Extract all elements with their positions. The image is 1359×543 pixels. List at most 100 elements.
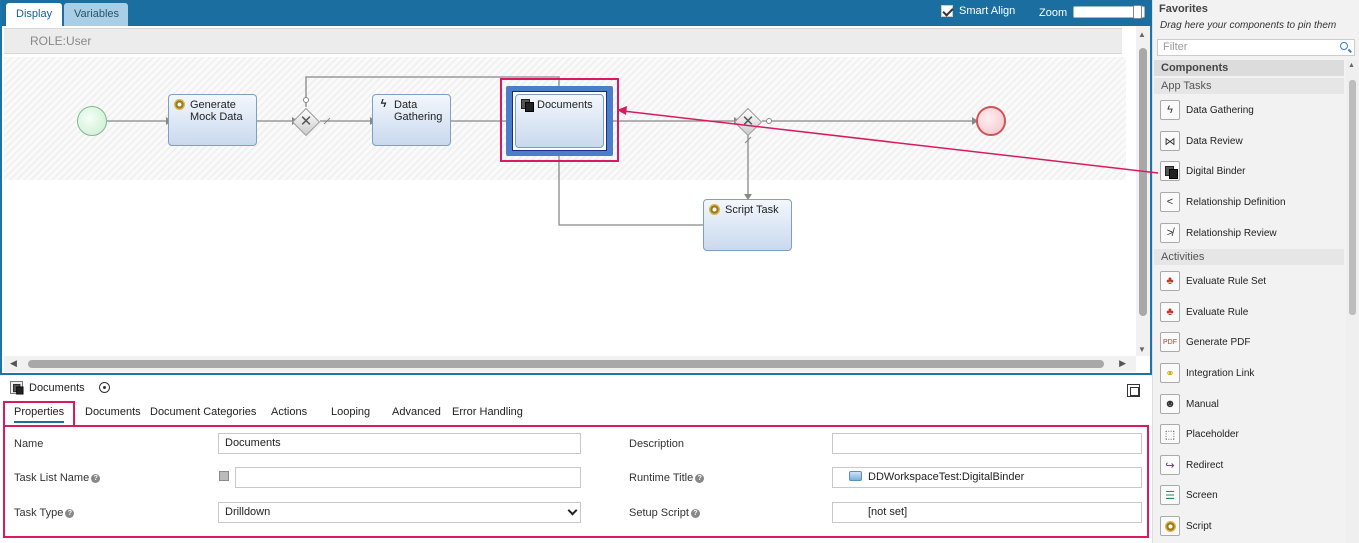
scroll-up-icon[interactable]: ▲ <box>1348 62 1355 69</box>
scroll-down-icon[interactable]: ▼ <box>1138 345 1146 354</box>
task-type-label-text: Task Type <box>14 507 64 519</box>
component-palette: Favorites Drag here your components to p… <box>1152 0 1359 543</box>
group-app-tasks[interactable]: App Tasks <box>1154 78 1344 94</box>
gear-icon <box>709 204 720 215</box>
smart-align-toggle[interactable]: Smart Align <box>941 5 1015 17</box>
tab-variables[interactable]: Variables <box>64 3 128 26</box>
task-list-name-label: Task List Name? <box>14 472 101 484</box>
expression-icon <box>849 471 862 481</box>
node-script-task[interactable]: Script Task <box>703 199 792 251</box>
tab-properties[interactable]: Properties <box>14 406 65 423</box>
tab-document-categories[interactable]: Document Categories <box>150 406 256 418</box>
locate-icon[interactable] <box>98 382 110 393</box>
favorites-title: Favorites <box>1159 3 1208 15</box>
help-icon[interactable]: ? <box>65 509 75 518</box>
bolt-icon: ϟ <box>380 98 387 110</box>
task-type-value: Drilldown <box>225 506 271 518</box>
palette-item-manual[interactable]: ☻ Manual <box>1160 393 1219 415</box>
tab-display[interactable]: Display <box>6 3 63 26</box>
zoom-slider-thumb[interactable] <box>1133 5 1142 19</box>
runtime-title-field[interactable]: DDWorkspaceTest:DigitalBinder <box>832 467 1142 488</box>
group-activities[interactable]: Activities <box>1154 249 1344 265</box>
task-type-label: Task Type? <box>14 507 75 519</box>
tab-error-handling[interactable]: Error Handling <box>452 406 523 418</box>
palette-item-digital-binder[interactable]: Digital Binder <box>1160 160 1245 182</box>
search-icon[interactable] <box>1340 42 1348 50</box>
task-type-select[interactable]: Drilldown <box>218 502 581 523</box>
properties-title: Documents <box>29 381 85 394</box>
palette-item-generate-pdf[interactable]: PDF Generate PDF <box>1160 331 1250 353</box>
node-label: Script Task <box>725 204 779 216</box>
palette-item-label: Data Review <box>1186 135 1243 147</box>
setup-script-label: Setup Script? <box>629 507 700 519</box>
zoom-slider[interactable] <box>1073 5 1145 19</box>
properties-header: Documents <box>10 381 110 395</box>
smart-align-label: Smart Align <box>959 5 1016 17</box>
help-icon[interactable]: ? <box>91 474 101 483</box>
documents-icon <box>1160 161 1180 181</box>
end-event[interactable] <box>976 106 1006 136</box>
help-icon[interactable]: ? <box>695 474 705 483</box>
lane-header: ROLE:User <box>4 28 1122 54</box>
maximize-icon[interactable] <box>1127 384 1140 397</box>
setup-script-field[interactable]: [not set] <box>832 502 1142 523</box>
scrollbar-thumb[interactable] <box>1139 48 1147 316</box>
review-icon: ⋈ <box>1160 131 1180 151</box>
filter-input[interactable]: Filter <box>1157 39 1355 56</box>
bolt-icon: ϟ <box>1160 100 1180 120</box>
tab-advanced[interactable]: Advanced <box>392 406 441 418</box>
palette-item-data-gathering[interactable]: ϟ Data Gathering <box>1160 99 1254 121</box>
properties-panel: Documents Properties Documents Document … <box>0 375 1152 543</box>
scrollbar-thumb[interactable] <box>28 360 1104 368</box>
palette-item-label: Digital Binder <box>1186 165 1246 177</box>
favorites-hint: Drag here your components to pin them <box>1160 20 1337 31</box>
documents-icon <box>521 99 534 112</box>
diagram-canvas[interactable]: ROLE:User Generate Mock Data ✕ ϟ Data Ga… <box>4 26 1136 356</box>
name-field[interactable]: Documents <box>218 433 581 454</box>
palette-item-relationship-review[interactable]: ≯ Relationship Review <box>1160 222 1277 244</box>
gear-icon <box>174 99 185 110</box>
screen-icon: ☰ <box>1160 485 1180 505</box>
palette-scrollbar[interactable]: ▲ <box>1346 60 1358 543</box>
scrollbar-thumb[interactable] <box>1349 80 1356 315</box>
palette-item-integration-link[interactable]: ⚭ Integration Link <box>1160 362 1254 384</box>
palette-item-data-review[interactable]: ⋈ Data Review <box>1160 130 1243 152</box>
palette-item-label: Placeholder <box>1186 428 1239 440</box>
canvas-vertical-scrollbar[interactable]: ▲ ▼ <box>1136 26 1150 356</box>
runtime-title-value: DDWorkspaceTest:DigitalBinder <box>868 471 1025 483</box>
start-event[interactable] <box>77 106 107 136</box>
palette-item-script[interactable]: Script <box>1160 515 1212 537</box>
scroll-up-icon[interactable]: ▲ <box>1138 30 1146 39</box>
palette-item-relationship-definition[interactable]: < Relationship Definition <box>1160 191 1286 213</box>
description-field[interactable] <box>832 433 1142 454</box>
palette-item-placeholder[interactable]: ⬚ Placeholder <box>1160 423 1239 445</box>
node-label: Data Gathering <box>394 99 443 123</box>
tab-actions[interactable]: Actions <box>271 406 307 418</box>
smart-align-checkbox[interactable] <box>941 5 953 17</box>
designer-tabbar: Display Variables Smart Align Zoom <box>2 0 1154 26</box>
node-generate-mock-data[interactable]: Generate Mock Data <box>168 94 257 146</box>
scroll-right-icon[interactable]: ▶ <box>1119 358 1126 369</box>
tab-looping[interactable]: Looping <box>331 406 370 418</box>
palette-item-redirect[interactable]: ↪ Redirect <box>1160 454 1223 476</box>
setup-script-label-text: Setup Script <box>629 507 689 519</box>
variable-icon[interactable] <box>219 471 229 481</box>
runtime-title-label-text: Runtime Title <box>629 472 694 484</box>
canvas-horizontal-scrollbar[interactable]: ◀ ▶ <box>4 356 1136 372</box>
documents-icon <box>10 381 24 395</box>
help-icon[interactable]: ? <box>690 509 700 518</box>
node-data-gathering[interactable]: ϟ Data Gathering <box>372 94 451 146</box>
components-title: Components <box>1154 60 1344 76</box>
palette-item-evaluate-rule[interactable]: ♣ Evaluate Rule <box>1160 301 1248 323</box>
palette-item-label: Screen <box>1186 489 1218 501</box>
task-list-name-field[interactable] <box>235 467 581 488</box>
tab-documents[interactable]: Documents <box>85 406 141 418</box>
node-documents[interactable]: Documents <box>515 94 604 148</box>
palette-item-evaluate-rule-set[interactable]: ♣ Evaluate Rule Set <box>1160 270 1266 292</box>
placeholder-icon: ⬚ <box>1160 424 1180 444</box>
chevron-down-icon <box>567 505 578 516</box>
palette-item-screen[interactable]: ☰ Screen <box>1160 484 1218 506</box>
hierarchy-icon: ♣ <box>1160 271 1180 291</box>
scroll-left-icon[interactable]: ◀ <box>10 358 17 369</box>
runtime-title-label: Runtime Title? <box>629 472 705 484</box>
